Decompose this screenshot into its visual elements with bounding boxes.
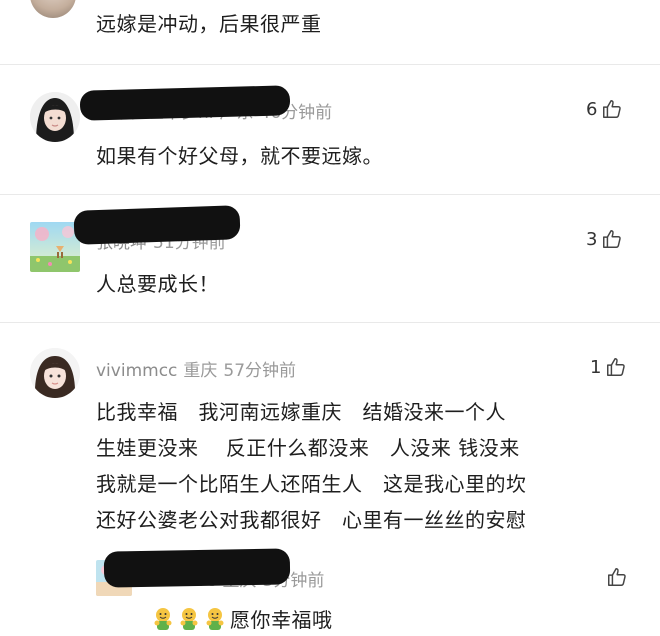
comment-text-line: 还好公婆老公对我都很好 心里有一丝丝的安慰: [96, 508, 527, 532]
comment-text: 人总要成长！: [96, 272, 219, 296]
avatar[interactable]: [30, 348, 80, 398]
redaction-bar: [73, 205, 241, 245]
comment-text: 远嫁是冲动，后果很严重: [96, 12, 322, 36]
thumbs-up-icon: [606, 566, 628, 588]
comment-text-line: 比我幸福 我河南远嫁重庆 结婚没来一个人: [96, 400, 506, 424]
like-count: 6: [586, 98, 598, 120]
hugging-face-emoji: [152, 607, 174, 631]
hugging-face-emoji: [204, 607, 226, 631]
username[interactable]: vivimmcc: [96, 361, 177, 381]
like-button[interactable]: 6: [586, 98, 623, 120]
reply-text-content: 愿你幸福哦: [230, 608, 333, 632]
divider: [0, 194, 660, 195]
hugging-face-emoji: [178, 607, 200, 631]
reply-text: 愿你幸福哦: [152, 604, 333, 633]
timestamp: 57分钟前: [223, 361, 297, 381]
avatar[interactable]: [30, 0, 76, 18]
like-button[interactable]: [606, 566, 628, 588]
avatar[interactable]: [30, 92, 80, 142]
comment-text-line: 我就是一个比陌生人还陌生人 这是我心里的坎: [96, 472, 527, 496]
thumbs-up-icon: [601, 228, 623, 250]
divider: [0, 322, 660, 323]
like-button[interactable]: 3: [586, 228, 623, 250]
comment-text-line: 生娃更没来 反正什么都没来 人没来 钱没来: [96, 436, 520, 460]
location: 重庆: [183, 361, 218, 381]
like-count: 1: [590, 356, 602, 378]
redaction-bar: [79, 85, 291, 121]
comment-text: 如果有个好父母，就不要远嫁。: [96, 144, 383, 168]
like-button[interactable]: 1: [590, 356, 627, 378]
thumbs-up-icon: [605, 356, 627, 378]
redaction-bar: [103, 548, 291, 588]
thumbs-up-icon: [601, 98, 623, 120]
comment-meta: vivimmcc 重庆 57分钟前: [96, 356, 296, 381]
divider: [0, 64, 660, 65]
like-count: 3: [586, 228, 598, 250]
avatar[interactable]: [30, 222, 80, 272]
